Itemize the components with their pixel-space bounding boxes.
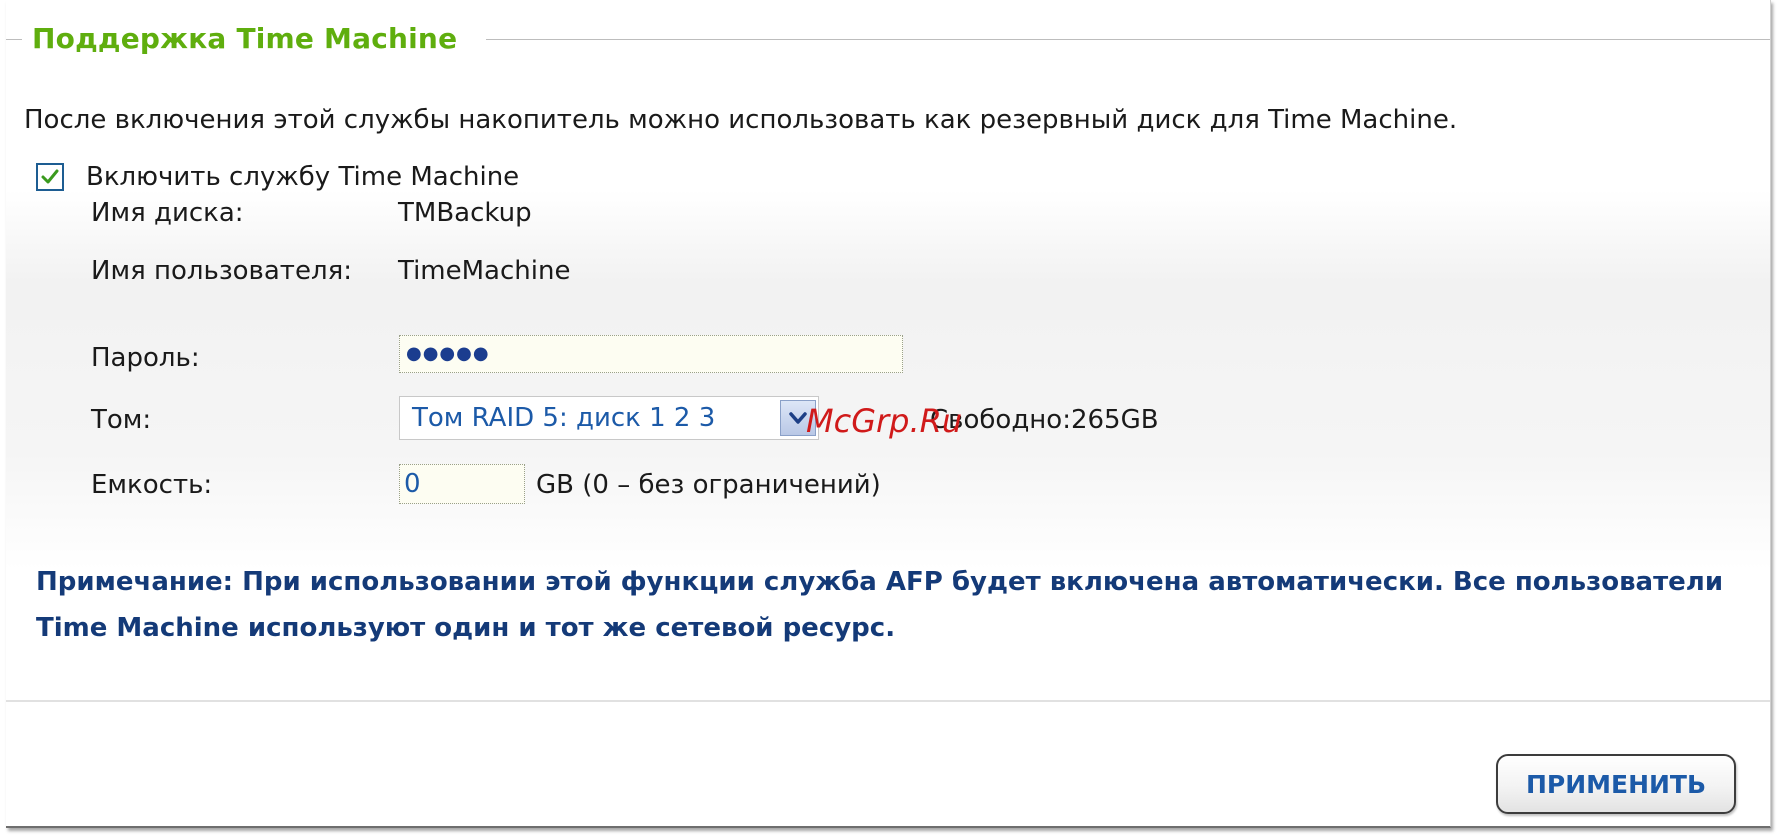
disk-name-value: TMBackup [398,198,532,228]
capacity-label: Емкость: [91,470,213,500]
enable-time-machine-row[interactable]: Включить службу Time Machine [36,160,519,194]
enable-time-machine-checkbox[interactable] [36,163,64,191]
legend-line-left [6,39,22,40]
section-title: Поддержка Time Machine [32,22,458,55]
apply-button[interactable]: ПРИМЕНИТЬ [1496,754,1736,814]
checkmark-icon [41,169,59,184]
volume-free-space: Свободно:265GB [930,405,1159,435]
volume-select[interactable]: Том RAID 5: диск 1 2 3 [399,396,819,440]
password-label: Пароль: [91,343,200,373]
password-input[interactable]: ●●●●● [399,335,903,373]
volume-label: Том: [91,405,152,435]
watermark: McGrp.Ru [806,402,963,440]
capacity-input[interactable]: 0 [399,464,525,504]
footer-divider [6,700,1770,702]
time-machine-panel: Поддержка Time Machine После включения э… [6,0,1771,828]
user-name-label: Имя пользователя: [91,256,352,286]
section-description: После включения этой службы накопитель м… [24,105,1458,135]
enable-time-machine-label[interactable]: Включить службу Time Machine [86,162,519,192]
volume-select-value: Том RAID 5: диск 1 2 3 [412,403,716,433]
background-wash [6,190,1770,570]
legend-line-right [486,39,1770,40]
user-name-value: TimeMachine [398,256,571,286]
capacity-hint: GB (0 – без ограничений) [536,470,881,500]
note-text: Примечание: При использовании этой функц… [36,567,1724,643]
disk-name-label: Имя диска: [91,198,244,228]
